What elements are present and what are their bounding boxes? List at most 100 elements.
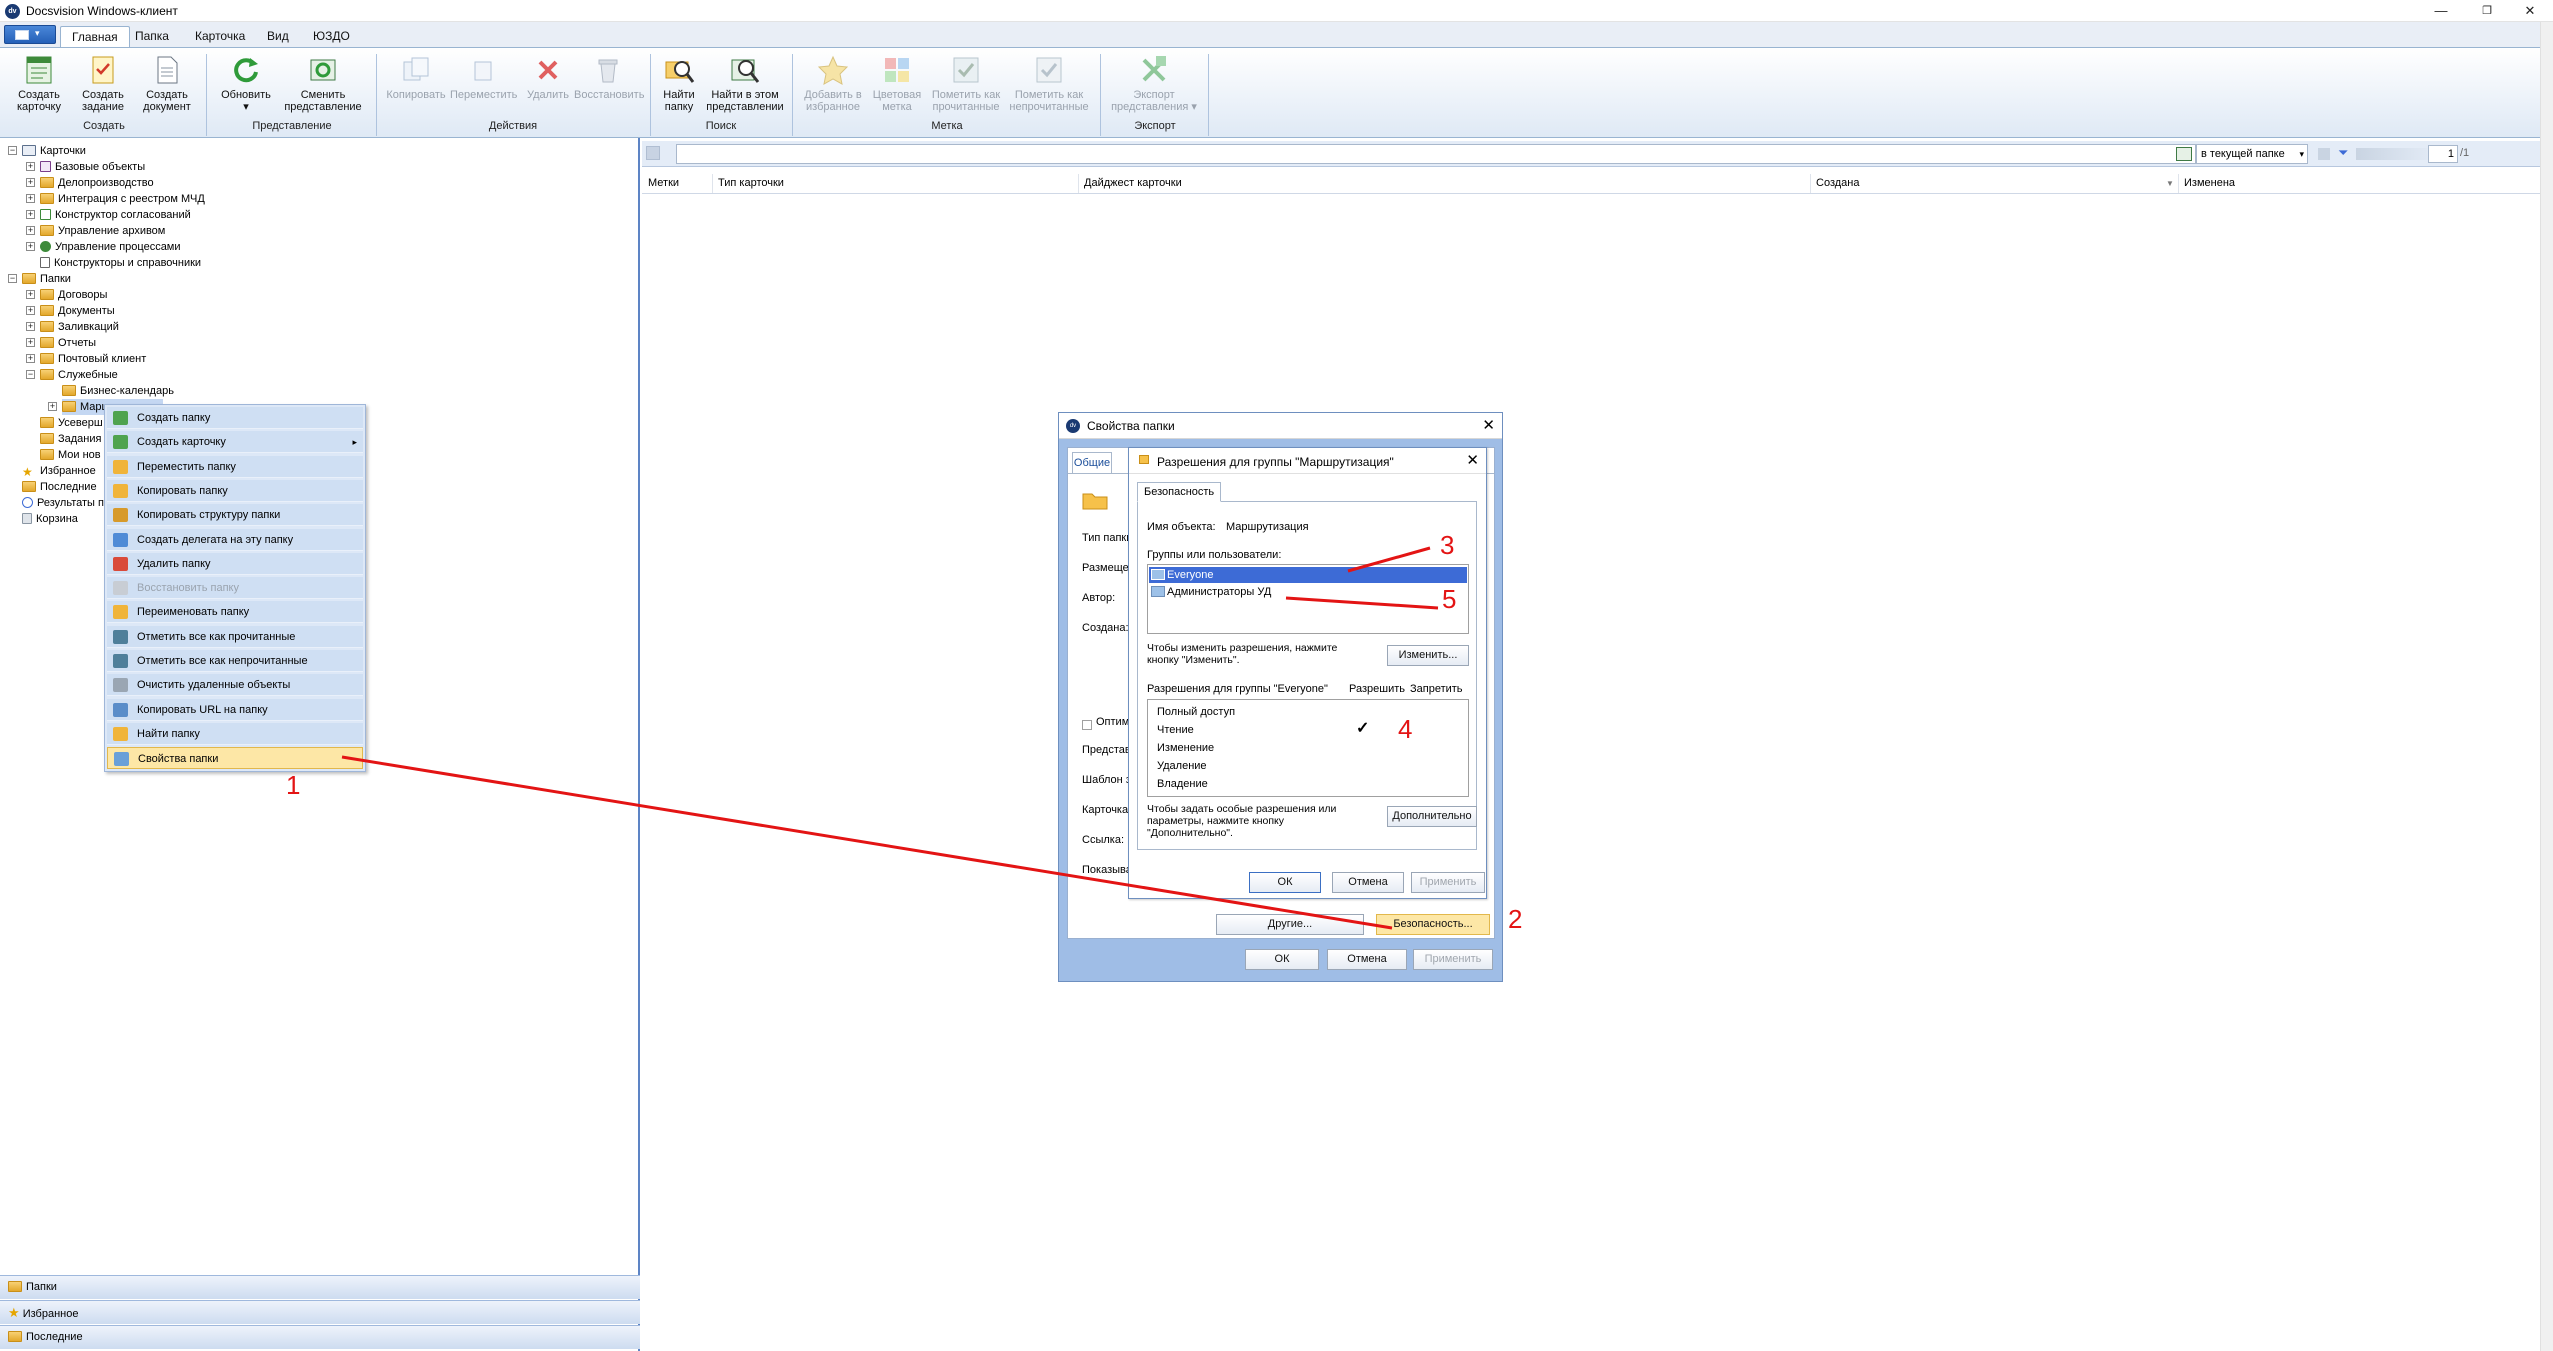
export-view-button[interactable]: Экспорт представления ▾ (1106, 54, 1202, 116)
context-menu-item-delegate[interactable]: Создать делегата на эту папку (107, 528, 363, 551)
context-menu-item-rename[interactable]: Переименовать папку (107, 601, 363, 624)
group-row-everyone[interactable]: Everyone (1149, 567, 1467, 583)
context-menu-item-new-folder[interactable]: Создать папку (107, 407, 363, 429)
context-menu-item-mark-unread[interactable]: Отметить все как непрочитанные (107, 650, 363, 672)
find-folder-button[interactable]: Найти папку (656, 54, 702, 116)
tree-expander[interactable]: + (26, 290, 35, 299)
ok-button[interactable]: ОК (1245, 949, 1319, 970)
column-separator[interactable] (1810, 174, 1811, 193)
search-input[interactable] (676, 144, 2196, 164)
tree-node[interactable]: Конструкторы и справочники (40, 255, 201, 271)
tree-expander[interactable]: + (48, 402, 57, 411)
tree-expander[interactable]: + (26, 162, 35, 171)
mark-unread-button[interactable]: Пометить как непрочитанные (1004, 54, 1094, 116)
advanced-button[interactable]: Дополнительно (1387, 806, 1477, 827)
vertical-scrollbar[interactable] (2540, 22, 2553, 1351)
permissions-apply-button[interactable]: Применить (1411, 872, 1485, 893)
copy-button[interactable]: Копировать (382, 54, 450, 116)
group-row-admins[interactable]: Администраторы УД (1149, 584, 1467, 600)
close-icon[interactable]: ✕ (1482, 416, 1495, 434)
context-menu-item-restore-folder[interactable]: Восстановить папку (107, 577, 363, 600)
column-separator[interactable] (1078, 174, 1079, 193)
tree-node[interactable]: Базовые объекты (40, 159, 145, 175)
tab-security[interactable]: Безопасность (1137, 482, 1221, 502)
tree-node[interactable]: Интеграция с реестром МЧД (40, 191, 205, 207)
column-card-digest[interactable]: Дайджест карточки (1084, 177, 1182, 189)
close-icon[interactable]: ✕ (1466, 451, 1479, 469)
tab-card[interactable]: Карточка (184, 26, 256, 48)
column-card-type[interactable]: Тип карточки (718, 177, 784, 189)
column-created[interactable]: Создана (1816, 177, 1859, 189)
tree-expander[interactable]: + (26, 210, 35, 219)
others-button[interactable]: Другие... (1216, 914, 1364, 935)
tree-expander[interactable]: + (26, 178, 35, 187)
tree-node[interactable]: Конструктор согласований (40, 207, 191, 223)
permissions-ok-button[interactable]: ОК (1249, 872, 1321, 893)
tree-node[interactable]: Задания (40, 431, 101, 447)
app-menu-button[interactable]: ▾ (4, 25, 56, 44)
tree-node[interactable]: Корзина (22, 511, 78, 527)
tab-general[interactable]: Общие (1072, 452, 1112, 474)
optimize-checkbox[interactable] (1082, 720, 1092, 730)
delete-button[interactable]: Удалить (518, 54, 578, 116)
create-document-button[interactable]: Создать документ (136, 54, 198, 116)
tree-expander[interactable]: + (26, 338, 35, 347)
tree-node[interactable]: Усеверш (40, 415, 103, 431)
close-button[interactable]: ✕ (2507, 0, 2553, 22)
refresh-button[interactable]: Обновить ▾ (212, 54, 280, 116)
page-number-input[interactable]: 1 (2428, 145, 2458, 163)
context-menu-item-copy-structure[interactable]: Копировать структуру папки (107, 504, 363, 527)
permissions-cancel-button[interactable]: Отмена (1332, 872, 1404, 893)
tree-node[interactable]: Почтовый клиент (40, 351, 146, 367)
search-scope-select[interactable]: в текущей папке ▾ (2196, 144, 2308, 164)
tree-expander[interactable]: + (26, 194, 35, 203)
cancel-button[interactable]: Отмена (1327, 949, 1407, 970)
tree-node[interactable]: ★ Избранное (22, 463, 96, 479)
search-view-icon[interactable] (2176, 147, 2192, 161)
column-modified[interactable]: Изменена (2184, 177, 2235, 189)
filter-icon[interactable]: ⏷ (2338, 146, 2352, 160)
context-menu-item-copy-url[interactable]: Копировать URL на папку (107, 698, 363, 721)
tree-node[interactable]: Бизнес-календарь (62, 383, 174, 399)
tree-node[interactable]: Договоры (40, 287, 107, 303)
security-button[interactable]: Безопасность... (1376, 914, 1490, 935)
tree-expander[interactable]: − (26, 370, 35, 379)
nav-pane-recent[interactable]: Последние (0, 1325, 640, 1349)
apply-button[interactable]: Применить (1413, 949, 1493, 970)
tree-node[interactable]: Последние (22, 479, 97, 495)
tree-expander[interactable]: + (26, 242, 35, 251)
restore-items-button[interactable]: Восстановить (574, 54, 644, 116)
context-menu-item-copy-folder[interactable]: Копировать папку (107, 479, 363, 502)
tree-node[interactable]: Управление архивом (40, 223, 165, 239)
column-separator[interactable] (712, 174, 713, 193)
create-card-button[interactable]: Создать карточку (8, 54, 70, 116)
context-menu-item-properties[interactable]: Свойства папки (107, 747, 363, 770)
tree-node[interactable]: Служебные (40, 367, 118, 383)
create-task-button[interactable]: Создать задание (72, 54, 134, 116)
move-button[interactable]: Переместить (450, 54, 517, 116)
tree-node[interactable]: Папки (22, 271, 71, 287)
column-tags[interactable]: Метки (648, 177, 679, 189)
context-menu-item-mark-read[interactable]: Отметить все как прочитанные (107, 625, 363, 648)
add-favorite-button[interactable]: Добавить в избранное (798, 54, 868, 116)
nav-pane-favorites[interactable]: ★ Избранное (0, 1300, 640, 1324)
tab-yuzdo[interactable]: ЮЗДО (302, 26, 361, 48)
context-menu-item-find[interactable]: Найти папку (107, 722, 363, 745)
tree-node[interactable]: Карточки (22, 143, 86, 159)
tree-node[interactable]: Результаты п (22, 495, 104, 511)
tree-node[interactable]: Делопроизводство (40, 175, 154, 191)
context-menu-item-new-card[interactable]: Создать карточку ▸ (107, 431, 363, 454)
minimize-button[interactable]: — (2418, 0, 2464, 22)
allowed-check-icon[interactable]: ✓ (1356, 718, 1369, 738)
tree-expander[interactable]: − (8, 274, 17, 283)
context-menu-item-clean[interactable]: Очистить удаленные объекты (107, 674, 363, 697)
restore-button[interactable]: ❐ (2464, 0, 2510, 22)
prev-page-icon[interactable] (2318, 148, 2330, 160)
tree-expander[interactable]: + (26, 322, 35, 331)
change-button[interactable]: Изменить... (1387, 645, 1469, 666)
mark-read-button[interactable]: Пометить как прочитанные (928, 54, 1004, 116)
page-nav-icons[interactable] (2356, 148, 2436, 160)
search-options-icon[interactable] (646, 146, 660, 160)
color-mark-button[interactable]: Цветовая метка (868, 54, 926, 116)
tree-node[interactable]: Отчеты (40, 335, 96, 351)
